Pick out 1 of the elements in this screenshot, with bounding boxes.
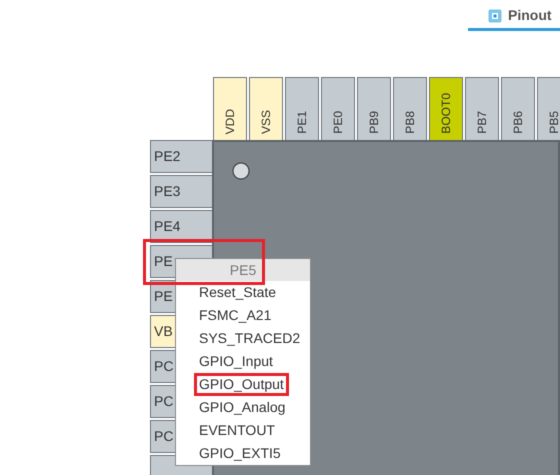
menu-title: PE5: [176, 259, 310, 281]
